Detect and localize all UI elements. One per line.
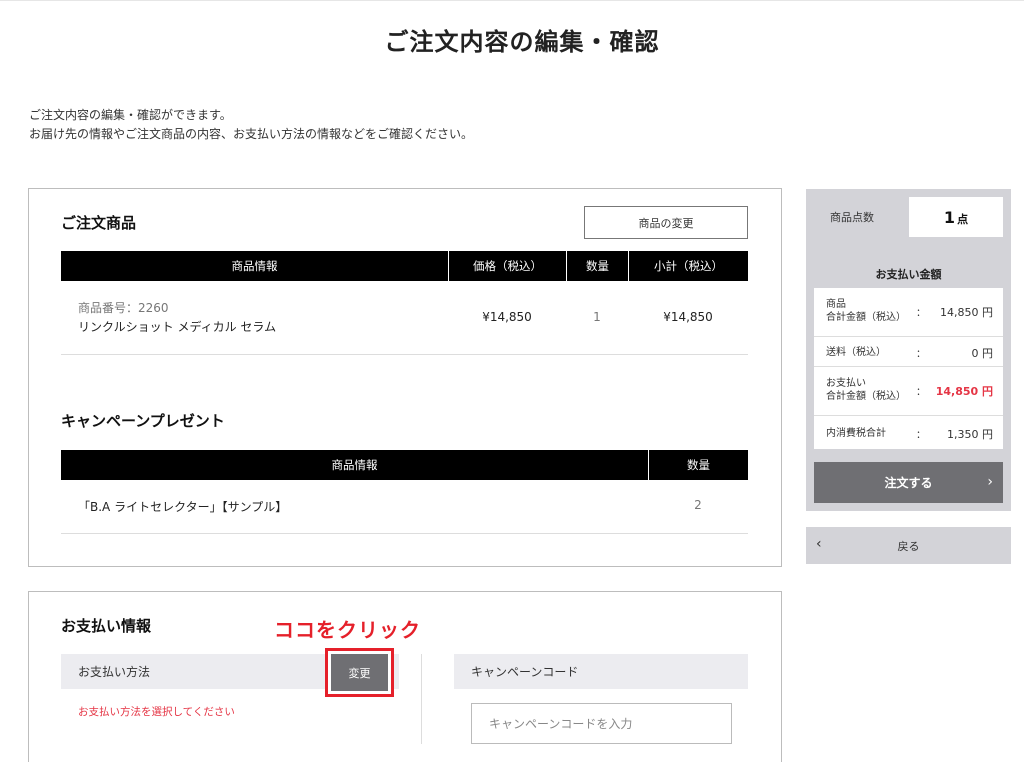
summary-label: 内消費税合計 [826,428,886,439]
summary-colon: ： [916,308,926,319]
change-payment-highlight: 変更 [325,648,394,697]
chevron-left-icon: ‹ [816,536,822,552]
present-quantity: 2 [694,498,702,512]
intro-line: ご注文内容の編集・確認ができます。 [29,108,232,122]
order-table-header: 商品情報 価格（税込） 数量 小計（税込） [61,251,748,281]
summary-colon: ： [916,387,926,398]
product-name: リンクルショット メディカル セラム [78,320,277,334]
intro-line: お届け先の情報やご注文商品の内容、お支払い方法の情報などをご確認ください。 [29,127,474,141]
header-product-info: 商品情報 [331,458,378,472]
place-order-label: 注文する [884,476,933,490]
header-subtotal: 小計（税込） [628,251,748,281]
campaign-code-input[interactable] [471,703,732,744]
header-quantity: 数量 [566,251,628,281]
summary-row-total: お支払い 合計金額（税込） ： 14,850 円 [814,367,1003,416]
top-divider [0,0,1024,1]
summary-label-line: 合計金額（税込） [826,391,906,402]
back-button[interactable]: ‹ 戻る [806,527,1011,564]
order-section-title: ご注文商品 [61,214,137,232]
summary-label: 商品 合計金額（税込） [826,298,906,324]
summary-label-line: 合計金額（税込） [826,312,906,323]
click-here-annotation: ココをクリック [274,618,421,642]
summary-row-subtotal: 商品 合計金額（税込） ： 14,850 円 [814,288,1003,337]
payment-amount-title: お支払い金額 [875,268,942,281]
summary-label: 送料（税込） [826,347,886,358]
product-number: 商品番号：2260 [78,301,169,315]
payment-warning: お支払い方法を選択してください [78,706,235,718]
summary-value: 1,350 円 [947,428,993,441]
place-order-button[interactable]: 注文する › [814,462,1003,503]
column-divider [421,654,422,744]
present-table-header: 商品情報 数量 [61,450,748,480]
item-count-box: 1 点 [909,197,1003,237]
page-title: ご注文内容の編集・確認 [384,28,660,56]
summary-label: お支払い 合計金額（税込） [826,377,906,403]
order-summary-sidebar: 商品点数 1 点 お支払い金額 商品 合計金額（税込） ： 14,850 円 送… [806,189,1011,511]
payment-section-title: お支払い情報 [61,617,152,635]
present-name: 「B.A ライトセレクター」【サンプル】 [78,500,288,514]
summary-label-line: 商品 [826,299,846,310]
row-divider [61,354,748,355]
summary-colon: ： [916,430,926,441]
item-count-value: 1 [943,207,956,227]
campaign-code-bar: キャンペーンコード [454,654,748,689]
summary-value: 0 円 [971,347,994,360]
summary-colon: ： [916,349,926,360]
header-quantity: 数量 [648,450,748,480]
chevron-right-icon: › [987,474,993,490]
summary-label-line: お支払い [826,378,866,389]
summary-row-tax: 内消費税合計 ： 1,350 円 [814,416,1003,449]
product-subtotal: ¥14,850 [663,310,713,324]
page-intro: ご注文内容の編集・確認ができます。 お届け先の情報やご注文商品の内容、お支払い方… [29,106,473,144]
payment-method-label: お支払い方法 [78,665,151,679]
campaign-present-title: キャンペーンプレゼント [61,412,225,430]
back-label: 戻る [897,539,920,553]
product-price: ¥14,850 [482,310,532,324]
header-price: 価格（税込） [448,251,566,281]
product-quantity: 1 [593,310,601,324]
item-count-unit: 点 [957,213,969,226]
change-payment-button[interactable]: 変更 [331,654,388,691]
header-product-info: 商品情報 [231,259,278,273]
summary-row-shipping: 送料（税込） ： 0 円 [814,337,1003,367]
change-items-button[interactable]: 商品の変更 [584,206,748,239]
summary-value: 14,850 円 [940,306,993,319]
item-count-label: 商品点数 [830,211,874,224]
payment-summary-table: 商品 合計金額（税込） ： 14,850 円 送料（税込） ： 0 円 お支払い… [814,288,1003,449]
summary-value-total: 14,850 円 [935,385,993,398]
campaign-code-label: キャンペーンコード [471,665,579,679]
row-divider [61,533,748,534]
